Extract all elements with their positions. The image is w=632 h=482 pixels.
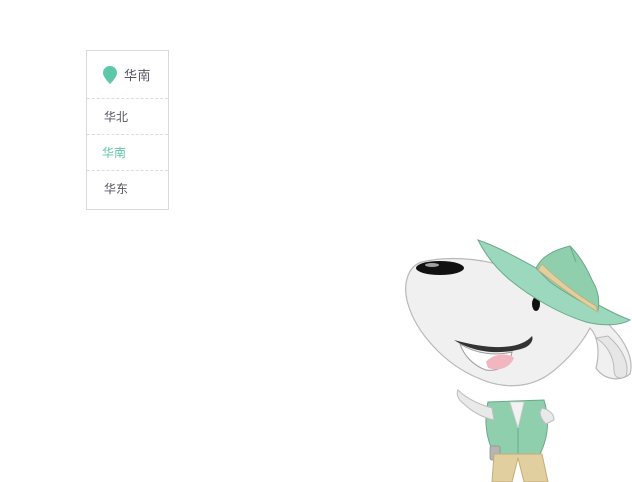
location-pin-icon xyxy=(103,65,117,84)
region-dropdown-toggle[interactable]: 华南 xyxy=(87,51,168,99)
region-option-huabei[interactable]: 华北 xyxy=(87,99,168,135)
current-region-label: 华南 xyxy=(124,69,152,84)
region-dropdown: 华南 华北 华南 华东 xyxy=(86,50,169,210)
region-option-huanan[interactable]: 华南 xyxy=(87,135,168,171)
page: 华南 华北 华南 华东 xyxy=(0,0,632,482)
mascot-body xyxy=(456,389,555,482)
dog-mascot-illustration xyxy=(405,239,632,482)
region-option-huadong[interactable]: 华东 xyxy=(87,171,168,207)
region-options-list: 华北 华南 华东 xyxy=(87,99,168,207)
